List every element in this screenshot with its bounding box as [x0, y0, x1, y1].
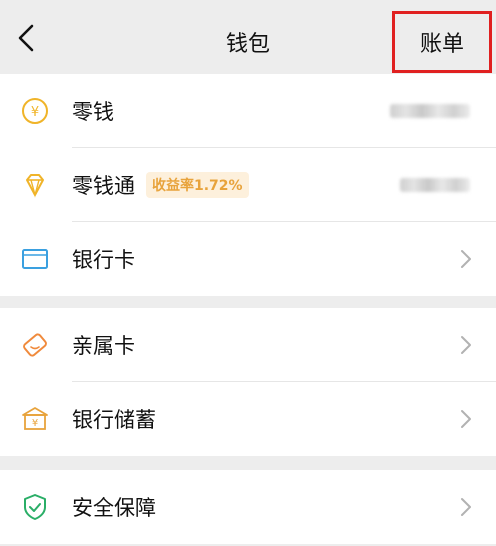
- list-item-label: 零钱: [72, 100, 114, 124]
- bank-card-icon: [22, 249, 48, 269]
- family-card-icon: [23, 333, 47, 357]
- bank-building-icon: ¥: [22, 407, 48, 430]
- chevron-right-icon: [461, 336, 471, 354]
- list-item-label: 安全保障: [72, 496, 156, 520]
- chevron-right-icon: [461, 250, 471, 268]
- balance-value-redacted: [390, 104, 470, 118]
- wallet-main-section: ¥ 零钱 零钱通 收益率1.72% 银行卡: [0, 74, 496, 296]
- list-item-security[interactable]: 安全保障: [0, 470, 496, 544]
- diamond-icon: [26, 174, 44, 198]
- chevron-right-icon: [461, 498, 471, 516]
- list-item-label: 银行储蓄: [72, 408, 156, 432]
- list-item-family-card[interactable]: 亲属卡: [0, 308, 496, 382]
- coin-yuan-icon: ¥: [22, 98, 48, 124]
- list-item-label: 零钱通: [72, 174, 135, 198]
- nav-bar: 钱包 账单: [0, 0, 496, 74]
- list-item-change-plus[interactable]: 零钱通 收益率1.72%: [0, 148, 496, 222]
- yield-rate-badge: 收益率1.72%: [146, 172, 249, 198]
- list-item-bank-card[interactable]: 银行卡: [0, 222, 496, 296]
- svg-text:¥: ¥: [31, 105, 39, 120]
- wallet-card-section: 亲属卡 ¥ 银行储蓄: [0, 308, 496, 456]
- list-item-change[interactable]: ¥ 零钱: [0, 74, 496, 148]
- shield-check-icon: [24, 494, 46, 520]
- list-item-label: 亲属卡: [72, 334, 135, 358]
- wallet-security-section: 安全保障: [0, 470, 496, 544]
- chevron-right-icon: [461, 410, 471, 428]
- svg-text:¥: ¥: [32, 418, 38, 429]
- wallet-page: 钱包 账单 ¥ 零钱 零钱通 收益率1.72% 银行卡 亲属卡 ¥ 银行储蓄 安…: [0, 0, 496, 546]
- list-item-bank-savings[interactable]: ¥ 银行储蓄: [0, 382, 496, 456]
- bill-button[interactable]: 账单: [392, 11, 492, 73]
- list-item-label: 银行卡: [72, 248, 135, 272]
- balance-value-redacted: [400, 178, 470, 192]
